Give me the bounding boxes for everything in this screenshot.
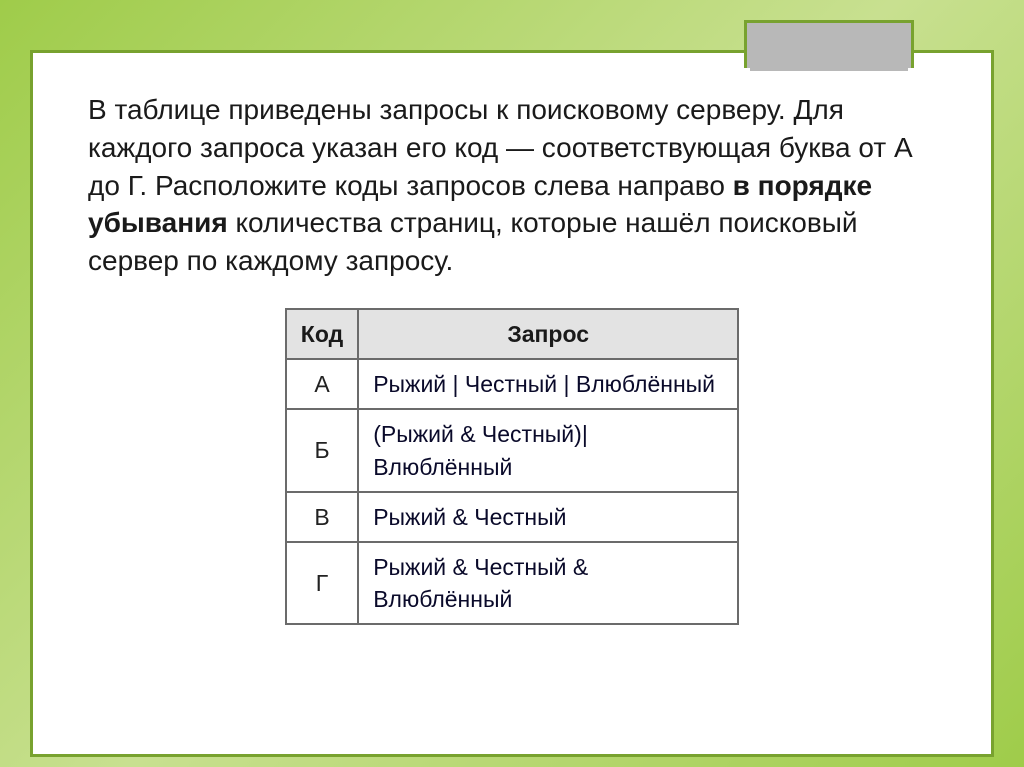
cell-code: А: [286, 359, 358, 409]
header-query: Запрос: [358, 309, 738, 359]
table-row: Б (Рыжий & Честный)|Влюблённый: [286, 409, 738, 491]
header-code: Код: [286, 309, 358, 359]
cell-query: Рыжий | Честный | Влюблённый: [358, 359, 738, 409]
cell-query: (Рыжий & Честный)|Влюблённый: [358, 409, 738, 491]
slide-content: В таблице приведены запросы к поисковому…: [33, 53, 991, 645]
slide-tab: [744, 20, 914, 68]
question-text: В таблице приведены запросы к поисковому…: [88, 91, 936, 280]
slide-frame: В таблице приведены запросы к поисковому…: [30, 50, 994, 757]
cell-query: Рыжий & Честный & Влюблённый: [358, 542, 738, 624]
table-row: А Рыжий | Честный | Влюблённый: [286, 359, 738, 409]
cell-code: Г: [286, 542, 358, 624]
table-wrapper: Код Запрос А Рыжий | Честный | Влюблённы…: [88, 308, 936, 625]
table-row: В Рыжий & Честный: [286, 492, 738, 542]
table-header-row: Код Запрос: [286, 309, 738, 359]
table-row: Г Рыжий & Честный & Влюблённый: [286, 542, 738, 624]
query-table: Код Запрос А Рыжий | Честный | Влюблённы…: [285, 308, 739, 625]
slide-tab-fill: [750, 26, 908, 71]
cell-code: Б: [286, 409, 358, 491]
cell-code: В: [286, 492, 358, 542]
cell-query: Рыжий & Честный: [358, 492, 738, 542]
